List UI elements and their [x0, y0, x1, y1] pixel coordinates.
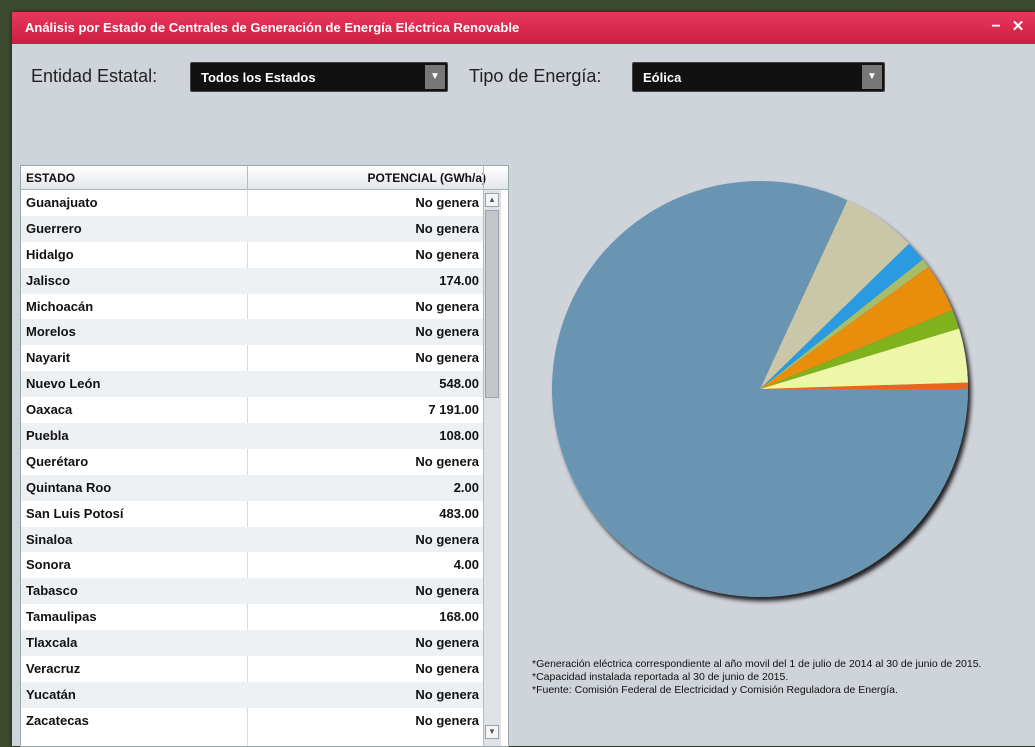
table-scrollbar[interactable]: ▲ ▼	[483, 190, 501, 746]
cell-potencial: No genera	[415, 298, 479, 314]
state-select-value: Todos los Estados	[201, 70, 316, 85]
table-row[interactable]: Tabasco No genera	[21, 578, 483, 605]
cell-estado: Nayarit	[26, 350, 71, 366]
cell-potencial: No genera	[415, 635, 479, 651]
footnotes: *Generación eléctrica correspondiente al…	[532, 658, 1022, 697]
table-row[interactable]: Nayarit No genera	[21, 345, 483, 371]
cell-potencial: No genera	[415, 220, 479, 236]
scroll-up-button[interactable]: ▲	[485, 193, 499, 207]
table-row[interactable]: Hidalgo No genera	[21, 242, 483, 268]
cell-estado: Michoacán	[26, 298, 94, 314]
cell-estado: Nuevo León	[26, 376, 101, 392]
cell-estado: Tlaxcala	[26, 635, 78, 651]
cell-estado: Sinaloa	[26, 531, 73, 547]
close-button[interactable]: ✕	[1010, 17, 1026, 37]
footnote: *Fuente: Comisión Federal de Electricida…	[532, 684, 898, 696]
pie-slices	[552, 180, 968, 597]
cell-estado: Oaxaca	[26, 402, 73, 418]
cell-potencial: 108.00	[439, 428, 479, 444]
cell-estado: Puebla	[26, 428, 69, 444]
energy-filter-label: Tipo de Energía:	[469, 66, 602, 86]
app-window: Análisis por Estado de Centrales de Gene…	[12, 12, 1035, 747]
energy-select[interactable]: Eólica ▼	[632, 62, 885, 92]
energy-select-value: Eólica	[643, 70, 682, 85]
cell-estado: Morelos	[26, 324, 76, 340]
table-row[interactable]: Yucatán No genera	[21, 681, 483, 708]
cell-potencial: 174.00	[439, 272, 479, 288]
scroll-thumb[interactable]	[485, 210, 499, 398]
cell-estado: Tamaulipas	[26, 609, 97, 625]
table-row[interactable]: Nuevo León 548.00	[21, 371, 483, 398]
cell-potencial: 2.00	[453, 479, 479, 495]
cell-potencial: No genera	[415, 686, 479, 702]
table-row[interactable]: Tamaulipas 168.00	[21, 604, 483, 630]
column-divider	[483, 166, 484, 190]
column-header-potencial[interactable]: POTENCIAL (GWh/a)	[246, 171, 486, 185]
table-row[interactable]: Michoacán No genera	[21, 294, 483, 320]
cell-potencial: 548.00	[439, 376, 479, 392]
cell-potencial: No genera	[415, 324, 479, 340]
cell-potencial: No genera	[415, 531, 479, 547]
table-row[interactable]: Querétaro No genera	[21, 449, 483, 475]
state-select[interactable]: Todos los Estados ▼	[190, 62, 448, 92]
cell-estado: Hidalgo	[26, 246, 74, 262]
cell-estado: Sonora	[26, 557, 71, 573]
chevron-down-icon: ▼	[862, 65, 882, 89]
table-row[interactable]: Jalisco 174.00	[21, 267, 483, 294]
column-header-estado[interactable]: ESTADO	[26, 171, 75, 185]
state-filter-label: Entidad Estatal:	[31, 66, 158, 86]
table-row[interactable]: Sinaloa No genera	[21, 526, 483, 553]
wind-energy-pie-chart	[552, 180, 968, 597]
table-row[interactable]: Puebla 108.00	[21, 423, 483, 449]
cell-estado: Querétaro	[26, 453, 89, 469]
table-row[interactable]: Guerrero No genera	[21, 215, 483, 242]
table-row[interactable]: Morelos No genera	[21, 319, 483, 346]
cell-potencial: No genera	[415, 453, 479, 469]
footnote: *Generación eléctrica correspondiente al…	[532, 658, 982, 670]
cell-potencial: No genera	[415, 195, 479, 210]
cell-estado: Zacatecas	[26, 712, 89, 728]
cell-estado: Guerrero	[26, 220, 82, 236]
table-row[interactable]: Quintana Roo 2.00	[21, 474, 483, 501]
chevron-down-icon: ▼	[425, 65, 445, 89]
cell-estado: San Luis Potosí	[26, 505, 124, 521]
table-row[interactable]: Veracruz No genera	[21, 656, 483, 682]
cell-potencial: 7 191.00	[428, 402, 479, 418]
cell-estado: Tabasco	[26, 583, 78, 599]
minimize-button[interactable]: −	[988, 17, 1004, 37]
cell-potencial: 483.00	[439, 505, 479, 521]
cell-potencial: No genera	[415, 246, 479, 262]
table-body: Guanajuato No genera Guerrero No genera Hida…	[21, 190, 483, 734]
table-row[interactable]: Sonora 4.00	[21, 552, 483, 578]
cell-estado: Quintana Roo	[26, 479, 112, 495]
cell-potencial: 4.00	[453, 557, 479, 573]
table-row[interactable]: Zacatecas No genera	[21, 708, 483, 734]
table-row[interactable]: San Luis Potosí 483.00	[21, 501, 483, 527]
table-header: ESTADO POTENCIAL (GWh/a)	[21, 166, 508, 190]
cell-potencial: No genera	[415, 583, 479, 599]
title-bar: Análisis por Estado de Centrales de Gene…	[12, 12, 1035, 44]
cell-estado: Guanajuato	[26, 195, 98, 210]
cell-potencial: No genera	[415, 712, 479, 728]
table-row[interactable]: Guanajuato No genera	[21, 190, 483, 216]
cell-potencial: 168.00	[439, 609, 479, 625]
cell-estado: Yucatán	[26, 686, 76, 702]
window-title: Análisis por Estado de Centrales de Gene…	[25, 20, 520, 35]
cell-potencial: No genera	[415, 661, 479, 677]
table-row[interactable]: Oaxaca 7 191.00	[21, 397, 483, 423]
cell-estado: Jalisco	[26, 272, 71, 288]
scroll-down-button[interactable]: ▼	[485, 725, 499, 739]
table-row[interactable]: Tlaxcala No genera	[21, 630, 483, 657]
cell-potencial: No genera	[415, 350, 479, 366]
footnote: *Capacidad instalada reportada al 30 de …	[532, 671, 789, 683]
states-table: ESTADO POTENCIAL (GWh/a) Guanajuato No ge…	[20, 165, 509, 747]
cell-estado: Veracruz	[26, 661, 81, 677]
